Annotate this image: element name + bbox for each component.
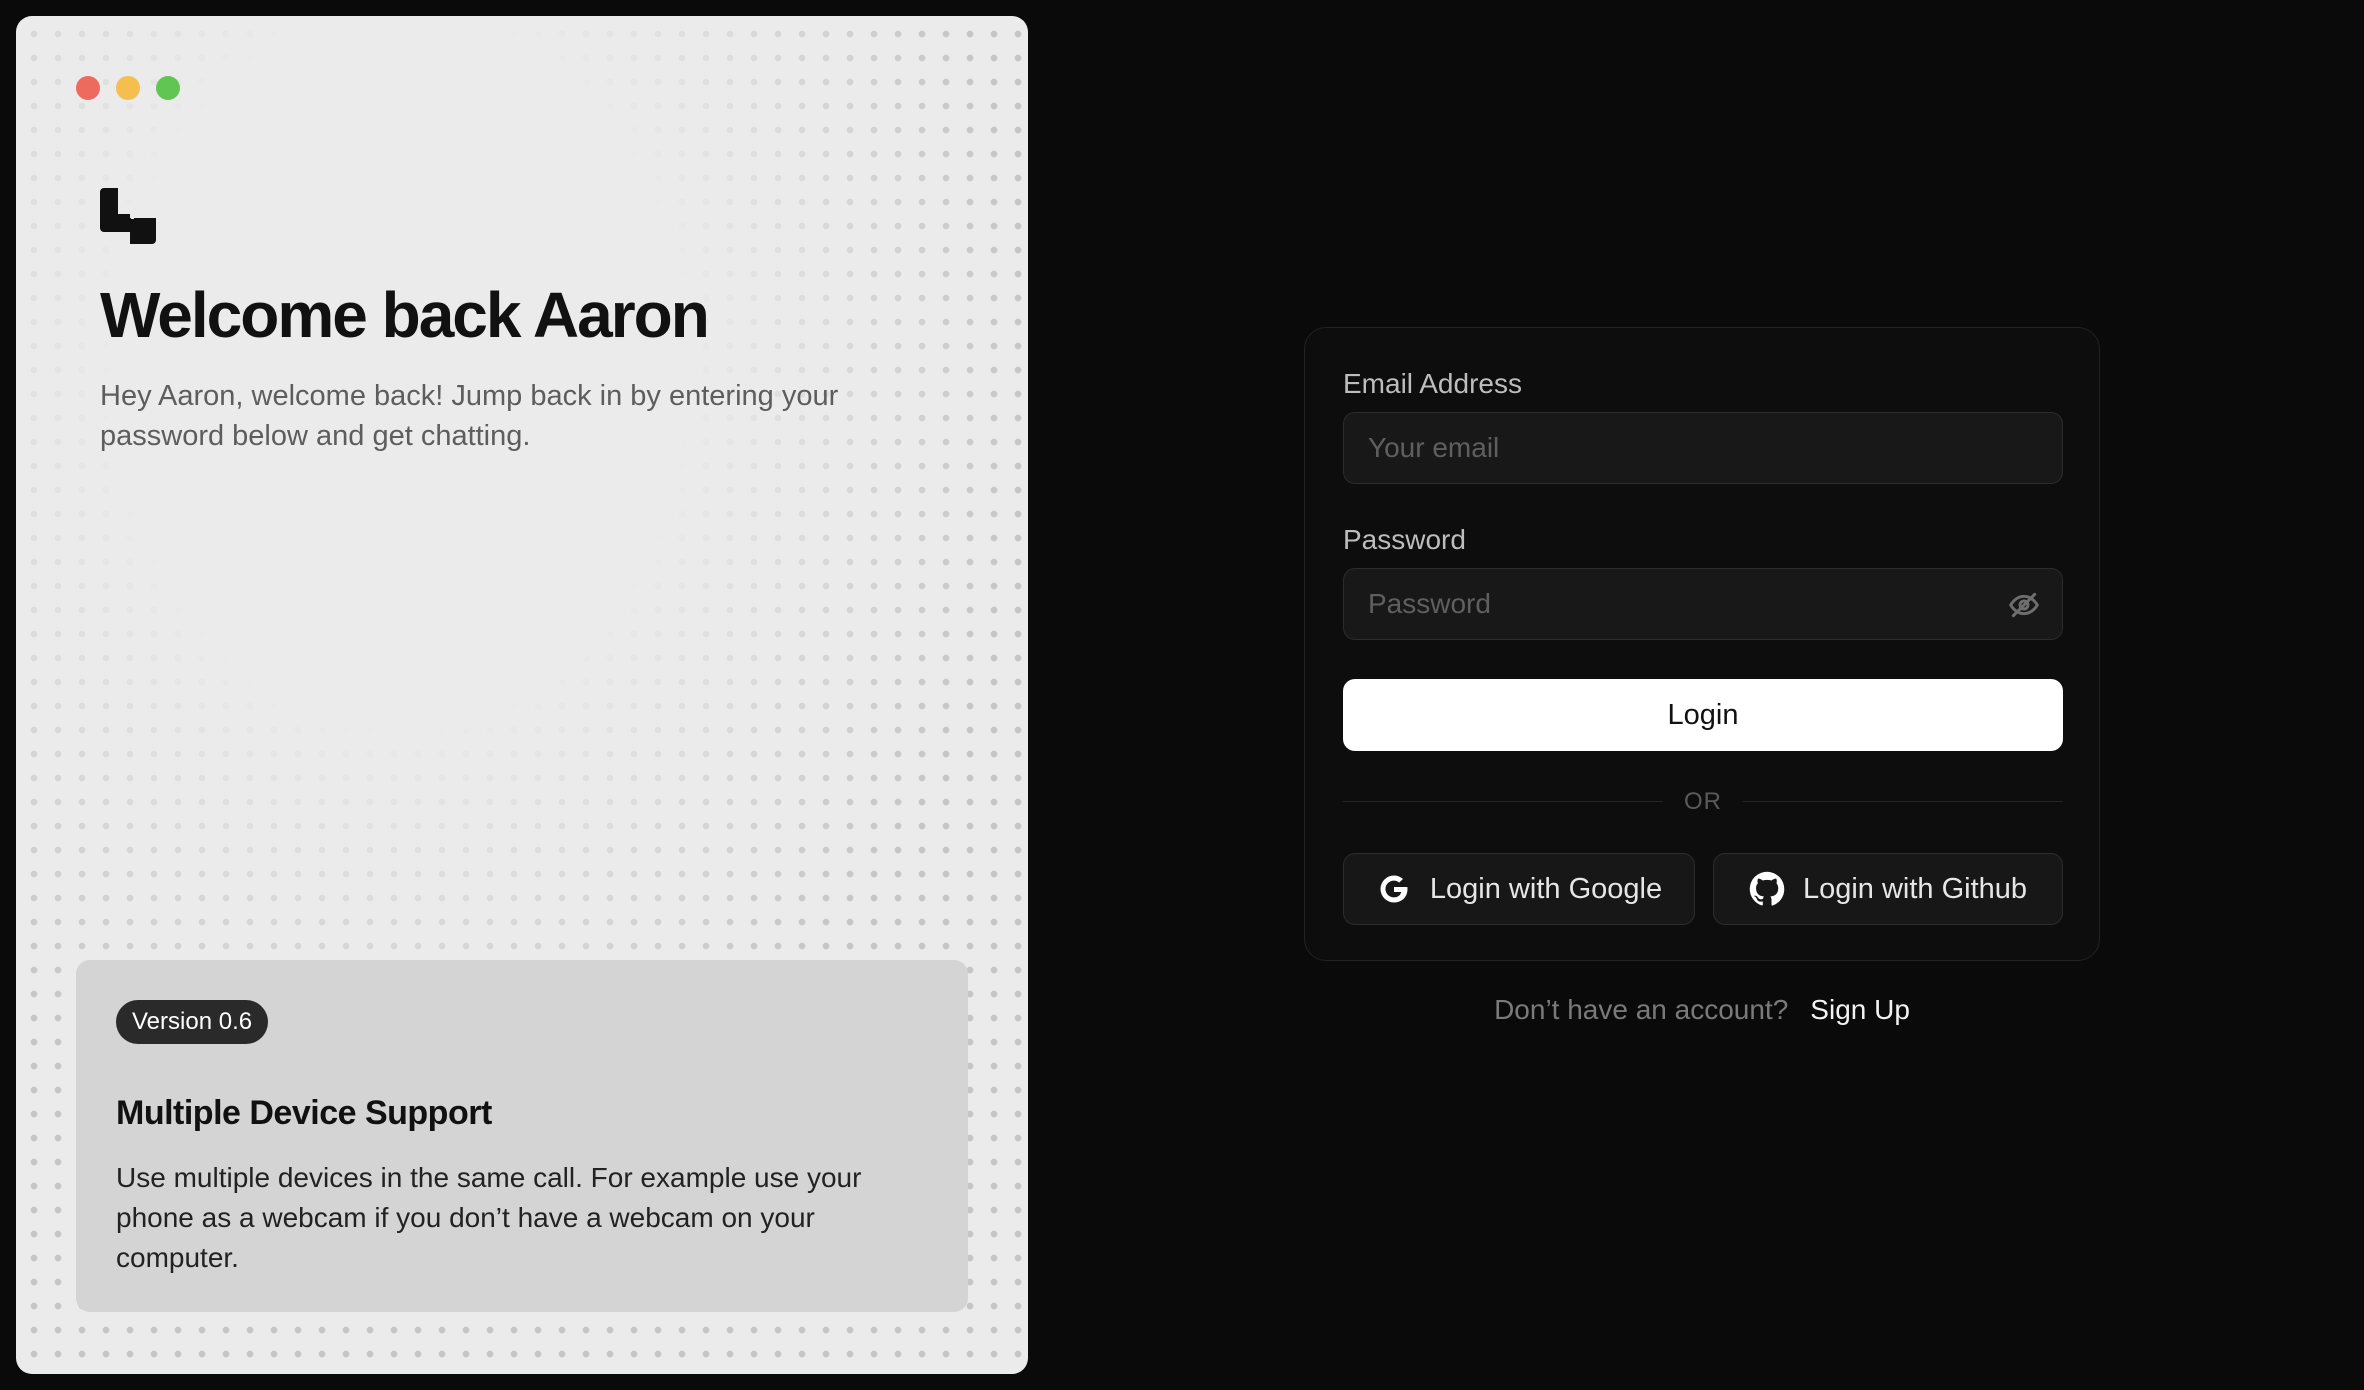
eye-off-icon[interactable]: [2008, 589, 2040, 621]
password-input[interactable]: [1344, 569, 2062, 639]
password-label: Password: [1343, 524, 1466, 555]
feature-description: Use multiple devices in the same call. F…: [116, 1162, 862, 1273]
google-icon: [1380, 875, 1408, 903]
welcome-panel: Welcome back Aaron Hey Aaron, welcome ba…: [16, 16, 1028, 1374]
github-button-label: Login with Github: [1802, 872, 2028, 905]
github-icon: [1749, 871, 1785, 906]
version-badge: Version 0.6: [116, 1000, 269, 1044]
window-controls: [76, 76, 180, 100]
password-field-wrapper: [1343, 568, 2063, 640]
login-card: Email Address Password Login OR Login wi…: [1304, 327, 2100, 961]
google-button-label: Login with Google: [1429, 872, 1663, 905]
welcome-title: Welcome back Aaron: [100, 279, 710, 351]
maximize-window-button[interactable]: [156, 76, 180, 100]
signup-prompt: Don’t have an account?: [1494, 994, 1789, 1025]
or-divider: OR: [1684, 788, 1722, 815]
email-input[interactable]: [1344, 413, 2062, 483]
signup-row: Don’t have an account? Sign Up: [1304, 994, 2100, 1026]
feature-title: Multiple Device Support: [116, 1094, 492, 1132]
sign-up-link[interactable]: Sign Up: [1810, 994, 1910, 1026]
minimize-window-button[interactable]: [116, 76, 140, 100]
welcome-subtitle: Hey Aaron, welcome back! Jump back in by…: [100, 380, 839, 452]
email-field-wrapper: [1343, 412, 2063, 484]
app-logo-icon: [100, 188, 156, 244]
login-button[interactable]: Login: [1343, 679, 2063, 751]
login-with-google-button[interactable]: Login with Google: [1343, 853, 1695, 925]
login-with-github-button[interactable]: Login with Github: [1713, 853, 2063, 925]
email-label: Email Address: [1343, 368, 1522, 399]
divider-line-right: [1743, 801, 2063, 802]
divider-line-left: [1343, 801, 1663, 802]
close-window-button[interactable]: [76, 76, 100, 100]
feature-card: Version 0.6 Multiple Device Support Use …: [76, 960, 968, 1312]
app-window: Welcome back Aaron Hey Aaron, welcome ba…: [0, 0, 2364, 1390]
